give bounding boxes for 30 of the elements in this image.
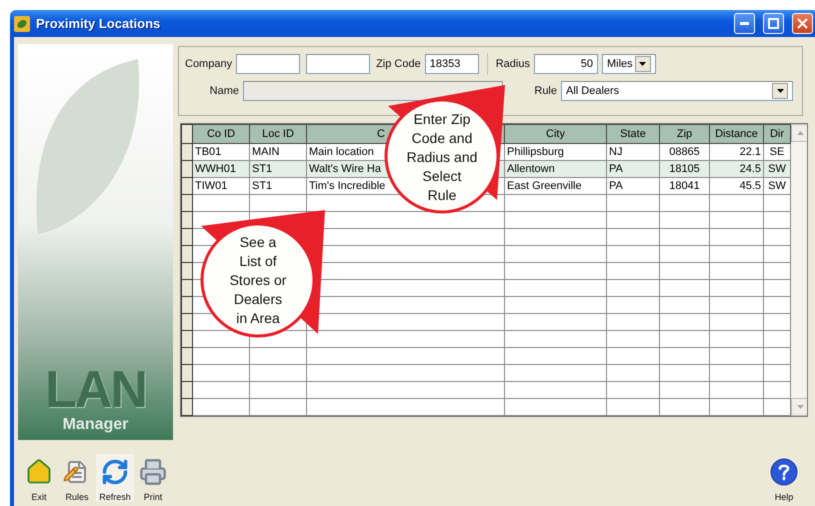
table-cell: 18105 (660, 160, 710, 178)
table-cell: Phillipsburg (504, 144, 606, 160)
table-cell: 45.5 (710, 178, 764, 194)
table-cell: NJ (606, 144, 660, 160)
sidebar-caption: Manager (62, 416, 128, 434)
table-cell: SE (764, 144, 790, 160)
table-cell: Allentown (504, 160, 606, 178)
company-label: Company (185, 58, 232, 70)
table-cell: TB01 (192, 144, 250, 160)
callout-text: See a List of Stores or Dealers in Area (230, 233, 286, 328)
table-cell: PA (606, 178, 660, 194)
table-cell: PA (606, 160, 660, 178)
table-cell: 24.5 (710, 160, 764, 178)
name-label: Name (208, 85, 239, 97)
table-cell: TIW01 (192, 178, 250, 194)
table-cell: 22.1 (710, 144, 764, 160)
table-cell: ST1 (250, 178, 306, 194)
radius-label: Radius (496, 58, 530, 70)
logo-text: LAN (45, 364, 146, 416)
rule-label: Rule (533, 85, 557, 97)
table-cell: SW (764, 178, 790, 194)
table-cell: SW (764, 160, 790, 178)
table-cell: MAIN (250, 144, 306, 160)
window-title: Proximity Locations (36, 16, 162, 31)
table-cell: WWH01 (192, 160, 250, 178)
zip-code-label: Zip Code (376, 58, 421, 70)
table-cell: ST1 (250, 160, 306, 178)
table-cell: East Greenville (504, 178, 606, 194)
table-cell: 18041 (660, 178, 710, 194)
table-cell: 08865 (660, 144, 710, 160)
